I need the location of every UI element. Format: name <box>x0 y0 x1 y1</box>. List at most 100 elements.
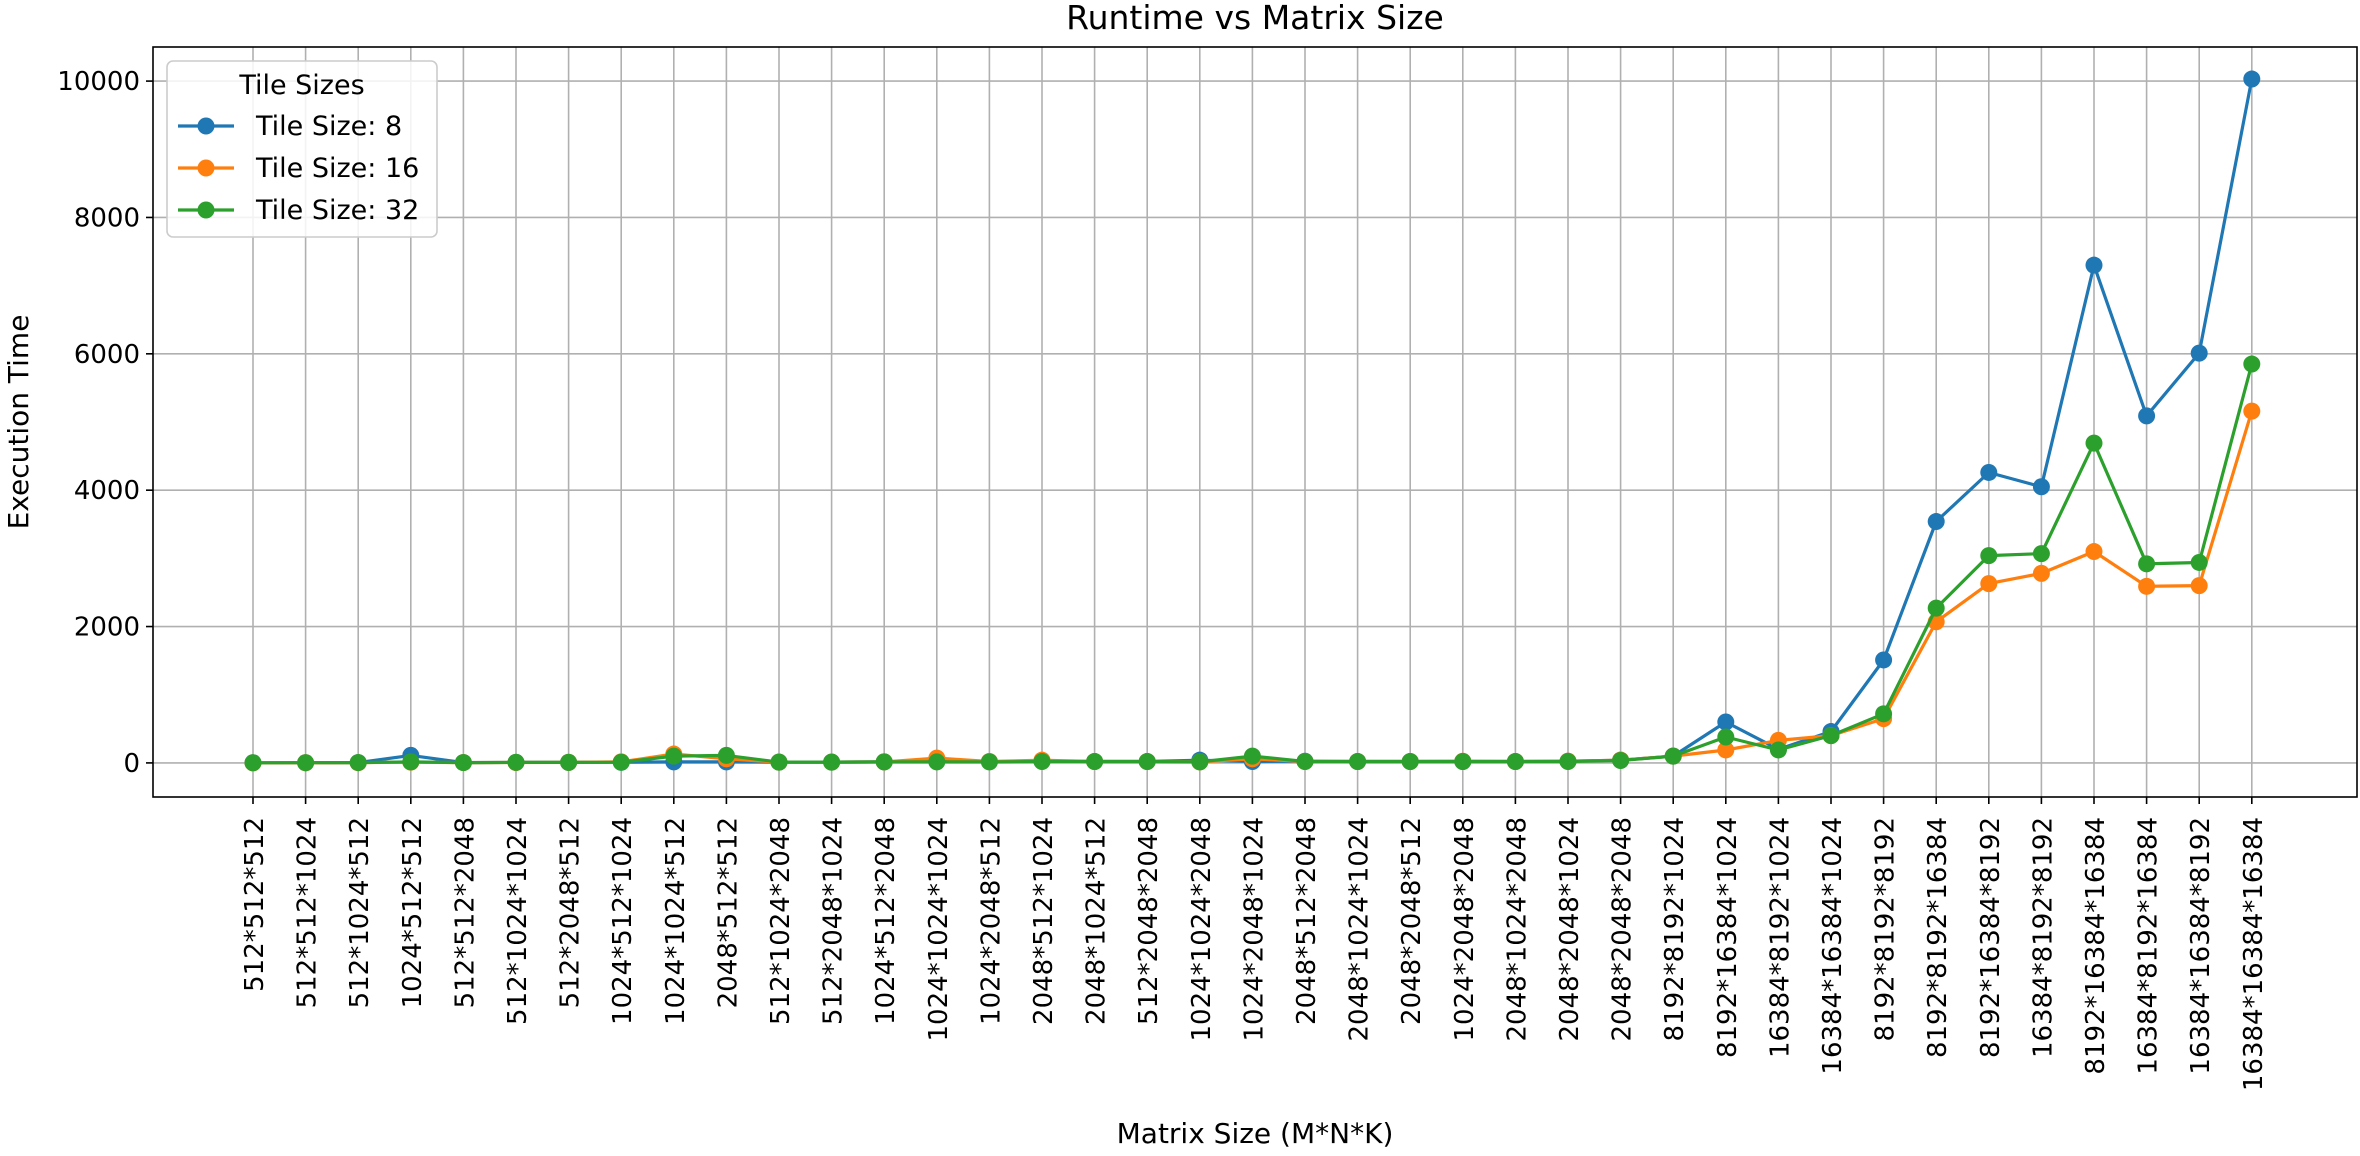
data-point <box>297 754 315 772</box>
data-point <box>2243 402 2261 420</box>
data-point <box>560 753 578 771</box>
data-point <box>1717 713 1735 731</box>
x-tick-label: 16384*16384*1024 <box>1818 817 1848 1075</box>
data-point <box>1349 753 1367 771</box>
data-point <box>2138 577 2156 595</box>
data-point <box>2138 407 2156 425</box>
x-tick-label: 512*512*1024 <box>293 817 323 1008</box>
x-tick-label: 16384*8192*1024 <box>1765 817 1795 1058</box>
y-tick-label: 0 <box>123 749 140 779</box>
x-tick-label: 16384*16384*16384 <box>2239 817 2269 1091</box>
data-point <box>1927 513 1945 531</box>
data-point <box>1033 753 1051 771</box>
data-point <box>2190 577 2208 595</box>
data-point <box>1822 727 1840 745</box>
data-point <box>875 753 893 771</box>
x-tick-label: 2048*1024*512 <box>1082 817 1112 1025</box>
x-tick-label: 1024*1024*2048 <box>1187 817 1217 1042</box>
x-tick-label: 8192*8192*8192 <box>1871 817 1901 1042</box>
data-point <box>1717 728 1735 746</box>
x-tick-label: 512*2048*1024 <box>819 817 849 1025</box>
x-tick-label: 2048*2048*512 <box>1397 817 1427 1025</box>
legend-swatch-marker <box>197 117 215 135</box>
y-tick-label: 4000 <box>74 476 140 506</box>
data-point <box>928 753 946 771</box>
data-point <box>1191 753 1209 771</box>
x-tick-label: 1024*2048*2048 <box>1450 817 1480 1042</box>
x-tick-label: 512*512*2048 <box>450 817 480 1008</box>
plot-area-frame <box>152 46 2358 798</box>
x-tick-label: 1024*1024*1024 <box>924 817 954 1042</box>
data-point <box>2243 355 2261 373</box>
data-point <box>1243 747 1261 765</box>
data-point <box>665 747 683 765</box>
data-point <box>1401 753 1419 771</box>
x-tick-label: 2048*1024*1024 <box>1345 817 1375 1042</box>
y-axis: 0 2000 4000 6000 8000 10000 <box>57 67 153 779</box>
data-point <box>1980 575 1998 593</box>
data-point <box>1506 753 1524 771</box>
x-tick-label: 16384*8192*16384 <box>2134 817 2164 1075</box>
x-tick-label: 512*512*512 <box>240 817 270 992</box>
y-tick-label: 10000 <box>57 67 140 97</box>
y-axis-title: Execution Time <box>2 315 35 530</box>
legend-label: Tile Size: 32 <box>255 195 419 226</box>
data-point <box>1559 753 1577 771</box>
x-tick-label: 8192*16384*16384 <box>2081 817 2111 1075</box>
data-point <box>244 754 262 772</box>
legend-label: Tile Size: 8 <box>255 111 402 142</box>
x-tick-label: 16384*16384*8192 <box>2186 817 2216 1075</box>
x-tick-label: 1024*512*2048 <box>871 817 901 1025</box>
x-tick-label: 2048*512*512 <box>713 817 743 1008</box>
data-point <box>2085 434 2103 452</box>
data-point <box>980 753 998 771</box>
data-point <box>2243 70 2261 88</box>
x-tick-label: 1024*2048*512 <box>976 817 1006 1025</box>
y-tick-label: 6000 <box>74 340 140 370</box>
data-point <box>1980 463 1998 481</box>
x-tick-label: 1024*2048*1024 <box>1239 817 1269 1042</box>
data-point <box>454 754 472 772</box>
x-tick-label: 2048*1024*2048 <box>1502 817 1532 1042</box>
legend-swatch-marker <box>197 201 215 219</box>
data-point <box>1927 599 1945 617</box>
x-tick-label: 16384*8192*8192 <box>2028 817 2058 1058</box>
x-axis-title: Matrix Size (M*N*K) <box>1117 1117 1394 1150</box>
data-point <box>1612 752 1630 770</box>
x-tick-label: 512*1024*1024 <box>503 817 533 1025</box>
data-point <box>2032 545 2050 563</box>
legend-label: Tile Size: 16 <box>255 153 419 184</box>
data-point <box>2032 478 2050 496</box>
x-axis: 512*512*512 512*512*1024 512*1024*512 1024*… <box>240 797 2269 1091</box>
x-tick-label: 8192*16384*8192 <box>1976 817 2006 1058</box>
data-point <box>1454 753 1472 771</box>
x-tick-label: 1024*1024*512 <box>661 817 691 1025</box>
x-tick-label: 512*1024*2048 <box>766 817 796 1025</box>
legend-swatch-marker <box>197 159 215 177</box>
data-point <box>2032 564 2050 582</box>
data-point <box>1296 753 1314 771</box>
x-tick-label: 2048*2048*2048 <box>1608 817 1638 1042</box>
data-point <box>2138 555 2156 573</box>
x-tick-label: 512*1024*512 <box>345 817 375 1008</box>
x-tick-label: 8192*8192*1024 <box>1660 817 1690 1042</box>
data-point <box>507 753 525 771</box>
x-tick-label: 8192*16384*1024 <box>1713 817 1743 1058</box>
data-point <box>1875 651 1893 669</box>
x-tick-label: 2048*2048*1024 <box>1555 817 1585 1042</box>
data-point <box>823 753 841 771</box>
x-tick-label: 512*2048*512 <box>556 817 586 1008</box>
data-point <box>1138 753 1156 771</box>
data-point <box>1664 747 1682 765</box>
chart-title: Runtime vs Matrix Size <box>1066 0 1444 37</box>
x-tick-label: 2048*512*2048 <box>1292 817 1322 1025</box>
grid <box>153 47 2357 797</box>
x-tick-label: 2048*512*1024 <box>1029 817 1059 1025</box>
data-point <box>1769 741 1787 759</box>
x-tick-label: 8192*8192*16384 <box>1923 817 1953 1058</box>
x-tick-label: 1024*512*1024 <box>608 817 638 1025</box>
data-point <box>349 754 367 772</box>
data-point <box>2190 344 2208 362</box>
legend-title: Tile Sizes <box>238 70 364 101</box>
y-tick-label: 2000 <box>74 613 140 643</box>
